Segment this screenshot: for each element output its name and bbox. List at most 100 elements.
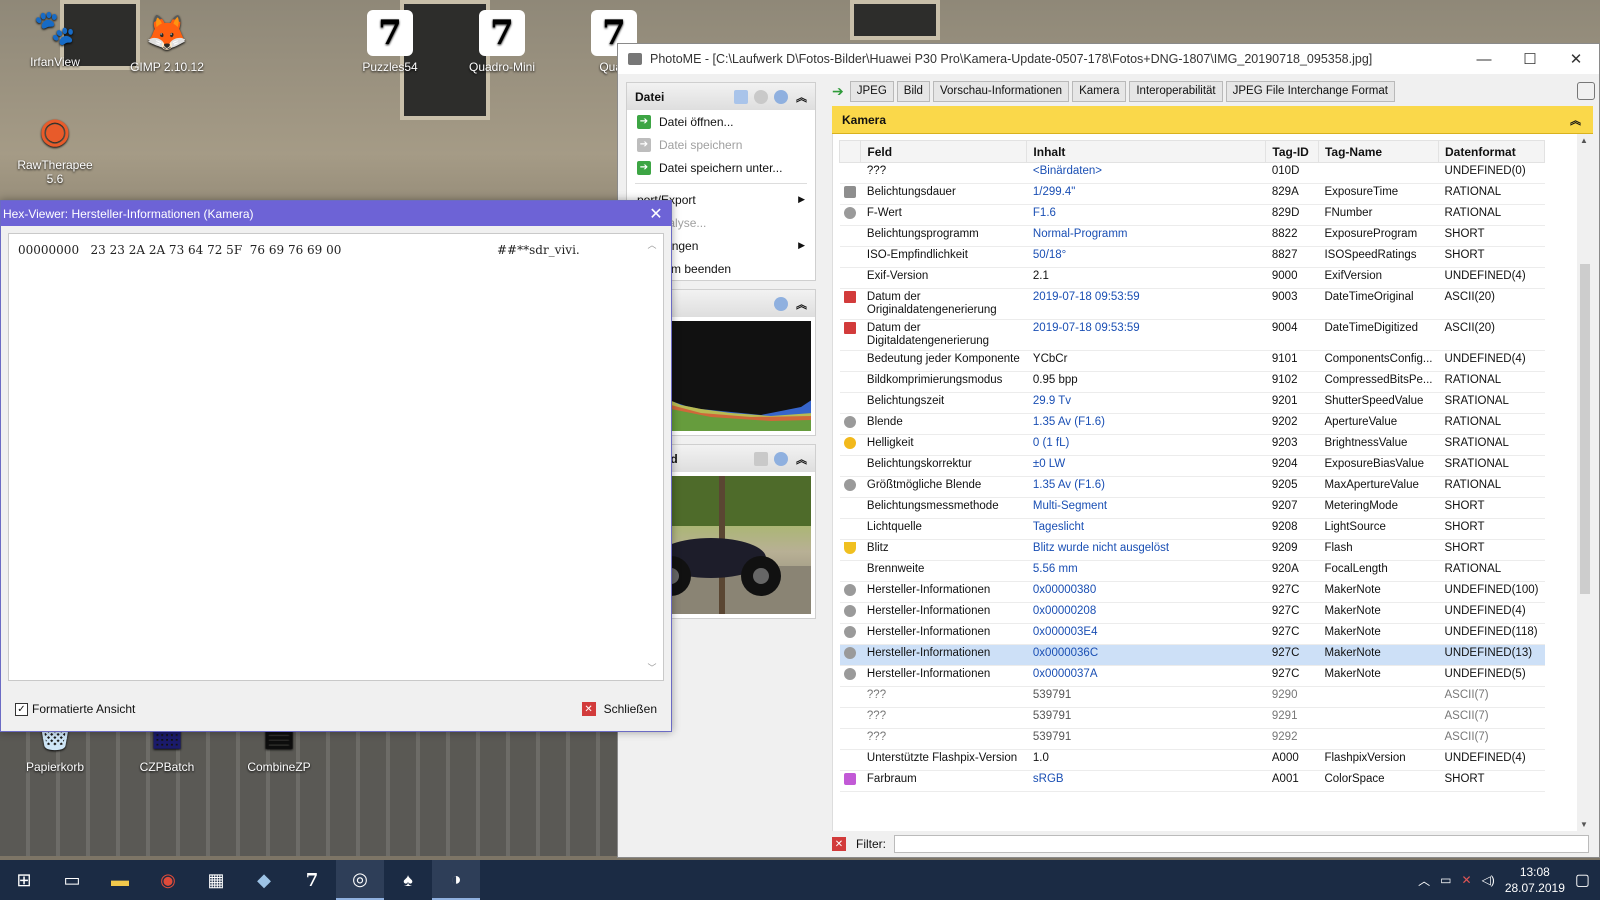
table-row[interactable]: ISO-Empfindlichkeit 50/18° 8827 ISOSpeedRat… (839, 246, 1545, 268)
table-row[interactable]: Lichtquelle Tageslicht 9208 LightSource SHOR… (839, 518, 1545, 540)
datei-panel-header[interactable]: Datei ︽ (627, 83, 815, 110)
seven-app-icon[interactable]: 7 (288, 860, 336, 900)
table-row[interactable]: ??? 539791 9292 ASCII(7) (839, 728, 1545, 750)
table-row[interactable]: ??? <Binärdaten> 010D UNDEFINED(0) (839, 162, 1545, 184)
column-header[interactable]: Feld (860, 140, 1028, 163)
tab[interactable]: Vorschau-Informationen (932, 80, 1070, 102)
formatted-view-checkbox[interactable]: ✓ (15, 702, 28, 716)
file-explorer-icon[interactable]: ▬ (96, 860, 144, 900)
desktop-icon[interactable]: 7 Quadro-Mini (457, 10, 547, 74)
column-header[interactable]: Tag-ID (1265, 140, 1319, 163)
table-row[interactable]: ??? 539791 9291 ASCII(7) (839, 707, 1545, 729)
table-row[interactable]: Helligkeit 0 (1 fL) 9203 BrightnessValue SRA… (839, 434, 1545, 456)
fit-icon[interactable] (754, 451, 768, 466)
desktop-icon[interactable]: 🦊 GIMP 2.10.12 (122, 10, 212, 74)
notification-icon[interactable]: ▢ (1575, 870, 1590, 890)
app-icon[interactable]: ◆ (240, 860, 288, 900)
column-header[interactable]: Inhalt (1026, 140, 1267, 163)
tab[interactable]: Bild (896, 80, 930, 102)
network-icon[interactable]: ✕ (1462, 873, 1472, 887)
tab[interactable]: Kamera (1072, 80, 1127, 102)
table-row[interactable]: F-Wert F1.6 829D FNumber RATIONAL (839, 204, 1545, 226)
table-row[interactable]: Brennweite 5.56 mm 920A FocalLength RATIONAL (839, 560, 1545, 582)
table-row[interactable]: Belichtungsprogramm Normal-Programm 8822 Ex… (839, 225, 1545, 247)
vertical-scrollbar[interactable]: ▲ ▼ (1577, 134, 1593, 831)
table-row[interactable]: Datum der Originaldatengenerierung 2019-0… (839, 288, 1545, 320)
table-row[interactable]: Hersteller-Informationen 0x00000208 927C Ma… (839, 602, 1545, 624)
table-row[interactable]: Blitz Blitz wurde nicht ausgelöst 9209 Flas… (839, 539, 1545, 561)
cell-name (1318, 728, 1439, 750)
scroll-down-icon[interactable]: ▼ (1580, 820, 1588, 829)
table-row[interactable]: Datum der Digitaldatengenerierung 2019-07… (839, 319, 1545, 351)
scroll-up-icon[interactable]: ▲ (1580, 136, 1588, 145)
close-window-button[interactable]: ✕ (1553, 44, 1599, 74)
photome-taskbar-icon[interactable]: ◎ (336, 860, 384, 900)
cell-format: ASCII(7) (1438, 707, 1545, 729)
table-row[interactable]: Belichtungsdauer 1/299.4" 829A ExposureTime… (839, 183, 1545, 205)
cell-feld: Hersteller-Informationen (860, 665, 1027, 687)
menu-item[interactable]: ➔ Datei speichern unter... (627, 156, 815, 179)
desktop-icon[interactable]: 🐾 IrfanView (10, 5, 100, 69)
minimize-button[interactable]: — (1461, 44, 1507, 74)
table-row[interactable]: Größtmögliche Blende 1.35 Av (F1.6) 9205 Ma… (839, 476, 1545, 498)
copy-icon[interactable] (734, 89, 748, 104)
chrome-icon[interactable]: ◉ (144, 860, 192, 900)
tab[interactable]: JPEG File Interchange Format (1225, 80, 1395, 102)
table-row[interactable]: Farbraum sRGB A001 ColorSpace SHORT (839, 770, 1545, 792)
table-row[interactable]: Hersteller-Informationen 0x000003E4 927C Ma… (839, 623, 1545, 645)
start-windows-icon[interactable]: ⊞ (0, 860, 48, 900)
chevron-up-icon[interactable]: ︿ (1418, 872, 1430, 889)
section-header-kamera[interactable]: Kamera ︽ (832, 106, 1593, 134)
volume-icon[interactable]: ◁) (1482, 873, 1495, 887)
menu-item[interactable]: ➔ Datei speichern (627, 133, 815, 156)
maximize-button[interactable]: ☐ (1507, 44, 1553, 74)
table-row[interactable]: ??? 539791 9290 ASCII(7) (839, 686, 1545, 708)
clock[interactable]: 13:08 28.07.2019 (1505, 864, 1565, 896)
hex-content-area[interactable]: 00000000 23 23 2A 2A 73 64 72 5F 76 69 7… (8, 233, 664, 681)
help-icon[interactable] (1577, 82, 1595, 100)
hex-scrollbar[interactable]: ︿ ﹀ (645, 238, 659, 676)
table-row[interactable]: Belichtungskorrektur ±0 LW 9204 ExposureBia… (839, 455, 1545, 477)
help-icon[interactable] (774, 451, 788, 466)
column-header[interactable]: Datenformat (1438, 140, 1545, 163)
menu-item[interactable]: ➔ Datei öffnen... (627, 110, 815, 133)
table-row[interactable]: Hersteller-Informationen 0x00000380 927C Ma… (839, 581, 1545, 603)
collapse-icon[interactable]: ︽ (1570, 112, 1581, 128)
table-row[interactable]: Bildkomprimierungsmodus 0.95 bpp 9102 Compr… (839, 371, 1545, 393)
help-icon[interactable] (774, 296, 788, 311)
table-row[interactable]: Hersteller-Informationen 0x0000037A 927C Ma… (839, 665, 1545, 687)
collapse-icon[interactable]: ︽ (796, 89, 807, 105)
collapse-icon[interactable]: ︽ (796, 296, 807, 312)
table-row[interactable]: Bedeutung jeder Komponente YCbCr 9101 Compo… (839, 350, 1545, 372)
table-row[interactable]: Hersteller-Informationen 0x0000036C 927C Ma… (839, 644, 1545, 666)
go-arrow-icon[interactable]: ➔ (832, 83, 844, 100)
tab[interactable]: Interoperabilität (1129, 80, 1223, 102)
battery-icon[interactable]: ▭ (1440, 873, 1451, 887)
desktop-icon[interactable]: ◉ RawTherapee 5.6 (10, 108, 100, 186)
row-icon-cell (839, 707, 861, 729)
collapse-icon[interactable]: ︽ (796, 451, 807, 467)
table-row[interactable]: Belichtungsmessmethode Multi-Segment 9207 M… (839, 497, 1545, 519)
tab[interactable]: JPEG (849, 80, 894, 102)
table-row[interactable]: Exif-Version 2.1 9000 ExifVersion UNDEFINED(… (839, 267, 1545, 289)
table-row[interactable]: Belichtungszeit 29.9 Tv 9201 ShutterSpeedVa… (839, 392, 1545, 414)
table-row[interactable]: Unterstützte Flashpix-Version 1.0 A000 Flas… (839, 749, 1545, 771)
desktop-icon[interactable]: 7 Puzzles54 (345, 10, 435, 74)
eye-app-icon[interactable]: ◑ (432, 860, 480, 900)
close-icon[interactable]: ✕ (641, 204, 671, 224)
close-button[interactable]: ✕ Schließen (581, 702, 657, 716)
solitaire-icon[interactable]: ♠ (384, 860, 432, 900)
hex-viewer-title: Hex-Viewer: Hersteller-Informationen (Ka… (3, 206, 254, 221)
task-view-icon[interactable]: ▭ (48, 860, 96, 900)
scroll-up-icon[interactable]: ︿ (645, 238, 659, 251)
cell-feld: Farbraum (860, 770, 1027, 792)
table-row[interactable]: Blende 1.35 Av (F1.6) 9202 ApertureValue RAT… (839, 413, 1545, 435)
column-header[interactable]: Tag-Name (1317, 140, 1440, 163)
scroll-down-icon[interactable]: ﹀ (645, 661, 659, 674)
help-icon[interactable] (774, 89, 788, 104)
clear-filter-icon[interactable]: ✕ (832, 837, 846, 851)
calculator-icon[interactable]: ▦ (192, 860, 240, 900)
search-icon[interactable] (754, 89, 768, 104)
scrollbar-thumb[interactable] (1580, 264, 1590, 594)
filter-input[interactable] (894, 835, 1589, 853)
